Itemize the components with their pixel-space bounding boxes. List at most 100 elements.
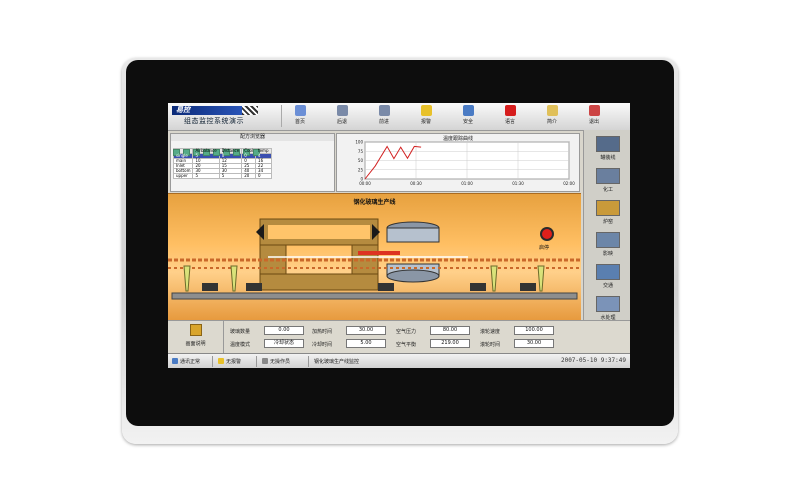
status-divider bbox=[256, 356, 257, 367]
exit-icon bbox=[588, 105, 600, 116]
toolbar-button-7[interactable]: 退出 bbox=[574, 105, 614, 129]
param-label: 滚轮速度 bbox=[480, 329, 501, 335]
param-value-field[interactable]: 30.00 bbox=[346, 326, 386, 335]
temperature-trend-panel: 温度跟踪曲线 0 25 50 75 100 00:00 00:30 01:00 01:30 02:… bbox=[336, 133, 580, 192]
forward-icon bbox=[378, 105, 390, 116]
comm-status: 通讯正常 bbox=[180, 359, 201, 365]
top-toolbar: 易控 组态监控系统演示 首页 后退 前进 报警 安全 语言 简介 退出 bbox=[168, 103, 630, 131]
trend-x-tick-label: 00:30 bbox=[410, 181, 422, 186]
param-value-field[interactable]: 5.00 bbox=[346, 339, 386, 348]
toolbar-button-label: 语言 bbox=[504, 119, 515, 125]
trend-y-tick-label: 75 bbox=[358, 149, 364, 154]
alarm-bell-icon bbox=[420, 105, 432, 116]
nav-item-label: 交通 bbox=[602, 283, 613, 289]
logo-mark: 易控 bbox=[172, 106, 258, 115]
status-divider bbox=[308, 356, 309, 367]
nav-item-0[interactable]: 罐装线 bbox=[588, 134, 628, 164]
toolbar-button-label: 安全 bbox=[462, 119, 473, 125]
nav-item-1[interactable]: 化工 bbox=[588, 166, 628, 196]
param-label: 空气压力 bbox=[396, 329, 417, 335]
glass-line-process-view: 钢化玻璃生产线 启停 bbox=[168, 193, 581, 320]
home-icon bbox=[294, 105, 306, 116]
param-value-field[interactable]: 219.00 bbox=[430, 339, 470, 348]
recipe-row[interactable]: upper 5 5 20 0 bbox=[172, 173, 272, 179]
brand-logo: 易控 组态监控系统演示 bbox=[170, 105, 278, 128]
param-label: 滚轮时间 bbox=[480, 342, 501, 348]
trend-y-tick-label: 50 bbox=[358, 158, 364, 163]
trend-y-tick-label: 25 bbox=[358, 167, 364, 172]
alarm-status-icon bbox=[218, 358, 224, 364]
traffic-icon bbox=[596, 264, 620, 280]
recipe-cell[interactable]: upper bbox=[172, 173, 194, 179]
trend-y-tick-label: 100 bbox=[355, 140, 363, 145]
recipe-browser-title: 配方浏览器 bbox=[171, 134, 334, 141]
hmi-screen: 易控 组态监控系统演示 首页 后退 前进 报警 安全 语言 简介 退出 配方浏览器 Airba… bbox=[168, 103, 630, 368]
toolbar-button-2[interactable]: 前进 bbox=[364, 105, 404, 129]
furnace-icon bbox=[596, 200, 620, 216]
screen-description-label: 画面说明 bbox=[185, 341, 206, 347]
toolbar-button-label: 后退 bbox=[336, 119, 347, 125]
toolbar-button-label: 报警 bbox=[420, 119, 431, 125]
recipe-browser-panel: 配方浏览器 Airbalance Distance Cool temp single 5 0… bbox=[170, 133, 335, 192]
start-stop-button[interactable] bbox=[540, 227, 554, 241]
toolbar-button-label: 前进 bbox=[378, 119, 389, 125]
recipe-cell[interactable]: 5 bbox=[218, 173, 243, 179]
toolbar-button-6[interactable]: 简介 bbox=[532, 105, 572, 129]
param-value-field[interactable]: 100.00 bbox=[514, 326, 554, 335]
toolbar-button-label: 简介 bbox=[546, 119, 557, 125]
comm-icon bbox=[172, 358, 178, 364]
toolbar-button-label: 首页 bbox=[294, 119, 305, 125]
status-bar: 通讯正常 无报警 无操作员 钢化玻璃生产线监控 2007-05-10 9:37:… bbox=[168, 353, 630, 368]
start-stop-label: 启停 bbox=[539, 245, 550, 251]
filling-line-icon bbox=[596, 136, 620, 152]
process-graphic bbox=[168, 218, 581, 300]
water-treatment-icon bbox=[596, 296, 620, 312]
security-users-icon bbox=[462, 105, 474, 116]
nav-item-4[interactable]: 交通 bbox=[588, 262, 628, 292]
chemical-icon bbox=[596, 168, 620, 184]
description-icon bbox=[189, 324, 202, 336]
param-value-field[interactable]: 30.00 bbox=[514, 339, 554, 348]
operator-icon bbox=[262, 358, 268, 364]
trend-x-tick-label: 02:00 bbox=[563, 181, 575, 186]
current-screen-name: 钢化玻璃生产线监控 bbox=[314, 359, 360, 365]
toolbar-button-1[interactable]: 后退 bbox=[322, 105, 362, 129]
param-value-field[interactable]: 冷却状态 bbox=[264, 339, 304, 348]
toolbar-button-4[interactable]: 安全 bbox=[448, 105, 488, 129]
system-clock: 2007-05-10 9:37:49 bbox=[560, 357, 626, 364]
nav-item-label: 炉窑 bbox=[602, 219, 613, 225]
param-label: 空气平衡 bbox=[396, 342, 417, 348]
toolbar-button-5[interactable]: 语言 bbox=[490, 105, 530, 129]
param-label: 冷却时间 bbox=[312, 342, 333, 348]
alarm-status: 无报警 bbox=[226, 359, 242, 365]
toolbar-button-label: 退出 bbox=[588, 119, 599, 125]
param-value-field[interactable]: 80.00 bbox=[430, 326, 470, 335]
process-parameters-panel: 画面说明 玻璃数量 0.00 加热时间 30.00 空气压力 80.00 滚轮速度 100.0… bbox=[168, 320, 630, 353]
recipe-cell[interactable]: 0 bbox=[255, 173, 272, 179]
app-subtitle: 组态监控系统演示 bbox=[184, 117, 244, 125]
trend-x-tick-label: 01:30 bbox=[512, 181, 524, 186]
trend-chart: 025507510000:00 00:30 01:00 01:30 02:00 bbox=[355, 140, 575, 187]
trend-x-tick-label: 00:00 bbox=[359, 181, 371, 186]
operator-status: 无操作员 bbox=[270, 359, 291, 365]
recipe-toolbar bbox=[171, 141, 334, 156]
param-label: 玻璃数量 bbox=[230, 329, 251, 335]
toolbar-button-3[interactable]: 报警 bbox=[406, 105, 446, 129]
scene-nav-sidebar: ⋁ 罐装线化工炉窑影映交通水处理 bbox=[583, 130, 630, 346]
nav-item-label: 影映 bbox=[602, 251, 613, 257]
toolbar-button-0[interactable]: 首页 bbox=[280, 105, 320, 129]
nav-item-label: 化工 bbox=[602, 187, 613, 193]
status-divider bbox=[212, 356, 213, 367]
recipe-cell[interactable]: 5 bbox=[192, 173, 220, 179]
recipe-cell[interactable]: 20 bbox=[241, 173, 257, 179]
trend-x-tick-label: 01:00 bbox=[461, 181, 473, 186]
nav-item-2[interactable]: 炉窑 bbox=[588, 198, 628, 228]
screen-description-button[interactable]: 画面说明 bbox=[168, 321, 224, 353]
back-icon bbox=[336, 105, 348, 116]
param-label: 加热时间 bbox=[312, 329, 333, 335]
floor-rail bbox=[171, 292, 578, 300]
nav-item-label: 罐装线 bbox=[600, 155, 616, 161]
param-label: 温度模式 bbox=[230, 342, 251, 348]
nav-item-3[interactable]: 影映 bbox=[588, 230, 628, 260]
param-value-field[interactable]: 0.00 bbox=[264, 326, 304, 335]
